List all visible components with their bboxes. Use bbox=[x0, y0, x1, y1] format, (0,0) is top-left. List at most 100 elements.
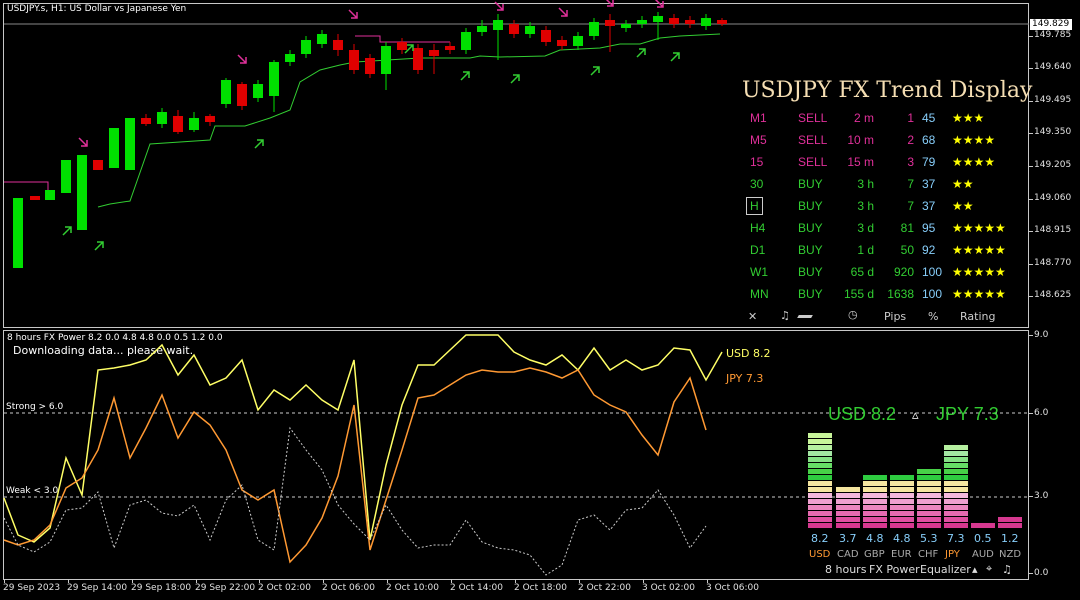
hours-selector[interactable]: 8 hours bbox=[825, 563, 866, 576]
equalizer-segment bbox=[998, 517, 1022, 522]
equalizer-segment bbox=[971, 523, 995, 528]
candle-body bbox=[573, 36, 583, 46]
candle-body bbox=[381, 46, 391, 74]
equalizer-segment bbox=[808, 451, 832, 456]
equalizer-segment bbox=[944, 451, 968, 456]
pct-header: % bbox=[928, 310, 939, 323]
power-axis-tick bbox=[1029, 335, 1033, 336]
chart-mode-icon[interactable] bbox=[797, 315, 813, 318]
power-axis-label: 6.0 bbox=[1034, 408, 1049, 418]
equalizer-segment bbox=[863, 481, 887, 486]
equalizer-segment bbox=[836, 517, 860, 522]
equalizer-segment bbox=[944, 457, 968, 462]
trend-row[interactable]: 30 BUY 3 h 7 37 ★★ bbox=[738, 174, 1028, 194]
equalizer-currency[interactable]: EUR bbox=[891, 549, 912, 560]
price-axis-tick bbox=[1029, 36, 1033, 37]
collapse-icon[interactable]: ▴ bbox=[972, 563, 978, 576]
trend-rating: ★★★★★ bbox=[952, 265, 1006, 279]
candle-body bbox=[269, 62, 279, 96]
candle-body bbox=[621, 24, 631, 28]
candle-body bbox=[525, 26, 535, 34]
equalizer-segment bbox=[808, 523, 832, 528]
candle-body bbox=[685, 20, 695, 24]
equalizer-segment bbox=[808, 445, 832, 450]
equalizer-link[interactable]: Equalizer bbox=[920, 563, 971, 576]
trend-percent: 92 bbox=[922, 243, 936, 257]
equalizer-value: 7.3 bbox=[947, 532, 965, 545]
target-icon[interactable]: ⌖ bbox=[986, 562, 992, 576]
equalizer-segment bbox=[808, 499, 832, 504]
time-axis-label: 29 Sep 14:00 bbox=[67, 583, 128, 593]
equalizer-currency[interactable]: GBP bbox=[864, 549, 885, 560]
candle-body bbox=[333, 40, 343, 50]
candle-body bbox=[221, 80, 231, 104]
candle-body bbox=[93, 160, 103, 170]
equalizer-segment bbox=[944, 469, 968, 474]
sell-arrow-icon bbox=[237, 54, 247, 64]
equalizer-currency[interactable]: USD bbox=[809, 549, 830, 560]
trend-row[interactable]: W1 BUY 65 d 920 100 ★★★★★ bbox=[738, 262, 1028, 282]
equalizer-segment bbox=[808, 475, 832, 480]
trend-row[interactable]: D1 BUY 1 d 50 92 ★★★★★ bbox=[738, 240, 1028, 260]
price-axis-tick bbox=[1029, 68, 1033, 69]
jpy-line-label: JPY 7.3 bbox=[726, 372, 764, 385]
trend-pips: 7 bbox=[907, 199, 914, 213]
candle-body bbox=[141, 118, 151, 124]
candle-body bbox=[285, 54, 295, 62]
equalizer-segment bbox=[944, 499, 968, 504]
trend-row[interactable]: 15 SELL 15 m 3 79 ★★★★ bbox=[738, 152, 1028, 172]
trend-row[interactable]: MN BUY 155 d 1638 100 ★★★★★ bbox=[738, 284, 1028, 304]
time-axis-tick bbox=[259, 579, 260, 583]
trend-rating: ★★★★★ bbox=[952, 287, 1006, 301]
buy-arrow-icon bbox=[510, 74, 520, 84]
equalizer-segment bbox=[890, 487, 914, 492]
equalizer-segment bbox=[917, 517, 941, 522]
equalizer-segment bbox=[944, 487, 968, 492]
close-icon[interactable]: ✕ bbox=[748, 310, 757, 323]
usd-line-label: USD 8.2 bbox=[726, 347, 771, 360]
equalizer-segment bbox=[917, 511, 941, 516]
equalizer-currency[interactable]: CHF bbox=[918, 549, 938, 560]
equalizer-segment bbox=[890, 505, 914, 510]
equalizer-segment bbox=[917, 505, 941, 510]
trend-row[interactable]: M1 SELL 2 m 1 45 ★★★ bbox=[738, 108, 1028, 128]
time-axis-tick bbox=[515, 579, 516, 583]
time-axis-tick bbox=[196, 579, 197, 583]
clock-icon[interactable]: ◷ bbox=[848, 308, 858, 321]
pips-header: Pips bbox=[884, 310, 907, 323]
candle-body bbox=[717, 20, 727, 24]
equalizer-value: 0.5 bbox=[974, 532, 992, 545]
fx-power-link[interactable]: FX Power bbox=[869, 563, 920, 576]
trend-row[interactable]: H4 BUY 3 d 81 95 ★★★★★ bbox=[738, 218, 1028, 238]
equalizer-currency[interactable]: AUD bbox=[972, 549, 994, 560]
equalizer-currency[interactable]: CAD bbox=[837, 549, 859, 560]
candle-body bbox=[301, 40, 311, 54]
equalizer-segment bbox=[863, 505, 887, 510]
equalizer-segment bbox=[890, 517, 914, 522]
time-axis-label: 29 Sep 22:00 bbox=[195, 583, 256, 593]
equalizer-bar bbox=[808, 433, 832, 528]
trend-rating: ★★ bbox=[952, 199, 974, 213]
signal-arrows-group bbox=[62, 0, 680, 251]
equalizer-currency[interactable]: NZD bbox=[999, 549, 1021, 560]
music-icon[interactable]: ♫ bbox=[780, 309, 790, 322]
trend-percent: 37 bbox=[922, 177, 936, 191]
power-axis-label: 9.0 bbox=[1034, 330, 1049, 340]
candle-body bbox=[109, 128, 119, 168]
equalizer-segment bbox=[836, 493, 860, 498]
buy-arrow-icon bbox=[460, 71, 470, 81]
trend-row[interactable]: M5 SELL 10 m 2 68 ★★★★ bbox=[738, 130, 1028, 150]
time-axis-label: 2 Oct 10:00 bbox=[386, 583, 439, 593]
trend-row[interactable]: H BUY 3 h 7 37 ★★ bbox=[738, 196, 1028, 216]
price-marker: 149.829 bbox=[1030, 19, 1072, 30]
candle-body bbox=[157, 112, 167, 124]
equalizer-currency[interactable]: JPY bbox=[945, 549, 960, 560]
price-axis-label: 148.770 bbox=[1034, 258, 1072, 268]
equalizer-segment bbox=[890, 475, 914, 480]
equalizer-segment bbox=[944, 445, 968, 450]
music-icon[interactable]: ♫ bbox=[1002, 563, 1012, 576]
candle-body bbox=[237, 84, 247, 106]
candles-group bbox=[13, 12, 727, 268]
equalizer-bar bbox=[836, 440, 860, 528]
equalizer-segment bbox=[836, 523, 860, 528]
